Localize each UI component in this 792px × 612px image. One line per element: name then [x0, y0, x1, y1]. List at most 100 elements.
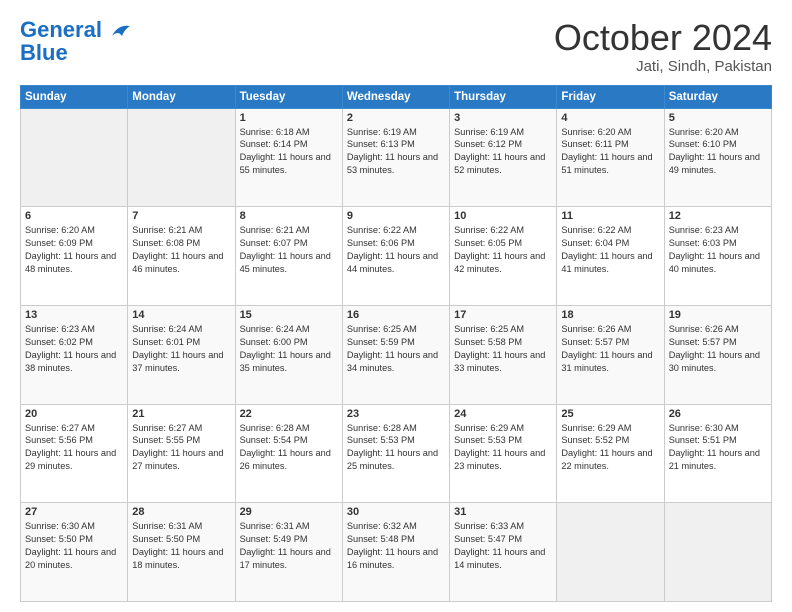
day-info: Sunrise: 6:20 AM Sunset: 6:11 PM Dayligh… [561, 126, 659, 178]
table-row [664, 503, 771, 602]
table-row [128, 108, 235, 207]
calendar-week-2: 6 Sunrise: 6:20 AM Sunset: 6:09 PM Daylig… [21, 207, 772, 306]
table-row [557, 503, 664, 602]
header-thursday: Thursday [450, 85, 557, 108]
header-wednesday: Wednesday [342, 85, 449, 108]
table-row: 18 Sunrise: 6:26 AM Sunset: 5:57 PM Dayli… [557, 305, 664, 404]
day-number: 29 [240, 506, 338, 518]
day-info: Sunrise: 6:23 AM Sunset: 6:02 PM Dayligh… [25, 323, 123, 375]
day-number: 25 [561, 408, 659, 420]
logo: General Blue [20, 18, 132, 64]
table-row: 17 Sunrise: 6:25 AM Sunset: 5:58 PM Dayli… [450, 305, 557, 404]
table-row: 12Sunrise: 6:23 AM Sunset: 6:03 PM Dayli… [664, 207, 771, 306]
table-row: 6 Sunrise: 6:20 AM Sunset: 6:09 PM Daylig… [21, 207, 128, 306]
day-number: 28 [132, 506, 230, 518]
day-info: Sunrise: 6:30 AM Sunset: 5:50 PM Dayligh… [25, 520, 123, 572]
table-row: 31Sunrise: 6:33 AM Sunset: 5:47 PM Dayli… [450, 503, 557, 602]
day-info: Sunrise: 6:27 AM Sunset: 5:55 PM Dayligh… [132, 422, 230, 474]
day-info: Sunrise: 6:19 AM Sunset: 6:12 PM Dayligh… [454, 126, 552, 178]
day-info: Sunrise: 6:22 AM Sunset: 6:05 PM Dayligh… [454, 224, 552, 276]
calendar-week-5: 27 Sunrise: 6:30 AM Sunset: 5:50 PM Dayli… [21, 503, 772, 602]
table-row: 19Sunrise: 6:26 AM Sunset: 5:57 PM Dayli… [664, 305, 771, 404]
table-row: 5Sunrise: 6:20 AM Sunset: 6:10 PM Daylig… [664, 108, 771, 207]
table-row: 22 Sunrise: 6:28 AM Sunset: 5:54 PM Dayli… [235, 404, 342, 503]
day-info: Sunrise: 6:31 AM Sunset: 5:49 PM Dayligh… [240, 520, 338, 572]
day-number: 13 [25, 309, 123, 321]
header-monday: Monday [128, 85, 235, 108]
header-sunday: Sunday [21, 85, 128, 108]
day-info: Sunrise: 6:32 AM Sunset: 5:48 PM Dayligh… [347, 520, 445, 572]
day-info: Sunrise: 6:30 AM Sunset: 5:51 PM Dayligh… [669, 422, 767, 474]
day-info: Sunrise: 6:25 AM Sunset: 5:58 PM Dayligh… [454, 323, 552, 375]
table-row: 15Sunrise: 6:24 AM Sunset: 6:00 PM Dayli… [235, 305, 342, 404]
day-number: 9 [347, 210, 445, 222]
day-info: Sunrise: 6:24 AM Sunset: 6:00 PM Dayligh… [240, 323, 338, 375]
day-info: Sunrise: 6:19 AM Sunset: 6:13 PM Dayligh… [347, 126, 445, 178]
header-tuesday: Tuesday [235, 85, 342, 108]
calendar-week-1: 1Sunrise: 6:18 AM Sunset: 6:14 PM Daylig… [21, 108, 772, 207]
day-number: 3 [454, 112, 552, 124]
day-number: 7 [132, 210, 230, 222]
day-number: 18 [561, 309, 659, 321]
calendar-header-row: Sunday Monday Tuesday Wednesday Thursday… [21, 85, 772, 108]
table-row: 23Sunrise: 6:28 AM Sunset: 5:53 PM Dayli… [342, 404, 449, 503]
day-number: 27 [25, 506, 123, 518]
day-info: Sunrise: 6:29 AM Sunset: 5:52 PM Dayligh… [561, 422, 659, 474]
table-row: 1Sunrise: 6:18 AM Sunset: 6:14 PM Daylig… [235, 108, 342, 207]
day-info: Sunrise: 6:20 AM Sunset: 6:09 PM Dayligh… [25, 224, 123, 276]
day-info: Sunrise: 6:28 AM Sunset: 5:53 PM Dayligh… [347, 422, 445, 474]
table-row: 2 Sunrise: 6:19 AM Sunset: 6:13 PM Daylig… [342, 108, 449, 207]
table-row: 10Sunrise: 6:22 AM Sunset: 6:05 PM Dayli… [450, 207, 557, 306]
day-number: 21 [132, 408, 230, 420]
day-info: Sunrise: 6:20 AM Sunset: 6:10 PM Dayligh… [669, 126, 767, 178]
table-row: 29 Sunrise: 6:31 AM Sunset: 5:49 PM Dayli… [235, 503, 342, 602]
calendar-week-3: 13 Sunrise: 6:23 AM Sunset: 6:02 PM Dayli… [21, 305, 772, 404]
day-info: Sunrise: 6:26 AM Sunset: 5:57 PM Dayligh… [561, 323, 659, 375]
day-info: Sunrise: 6:18 AM Sunset: 6:14 PM Dayligh… [240, 126, 338, 178]
day-number: 19 [669, 309, 767, 321]
day-number: 20 [25, 408, 123, 420]
logo-general: General [20, 17, 102, 42]
calendar-table: Sunday Monday Tuesday Wednesday Thursday… [20, 85, 772, 602]
day-number: 6 [25, 210, 123, 222]
day-number: 17 [454, 309, 552, 321]
day-number: 11 [561, 210, 659, 222]
table-row: 4 Sunrise: 6:20 AM Sunset: 6:11 PM Daylig… [557, 108, 664, 207]
table-row: 28 Sunrise: 6:31 AM Sunset: 5:50 PM Dayli… [128, 503, 235, 602]
day-number: 24 [454, 408, 552, 420]
table-row: 27 Sunrise: 6:30 AM Sunset: 5:50 PM Dayli… [21, 503, 128, 602]
day-number: 2 [347, 112, 445, 124]
table-row: 7 Sunrise: 6:21 AM Sunset: 6:08 PM Daylig… [128, 207, 235, 306]
day-info: Sunrise: 6:21 AM Sunset: 6:08 PM Dayligh… [132, 224, 230, 276]
table-row: 25 Sunrise: 6:29 AM Sunset: 5:52 PM Dayli… [557, 404, 664, 503]
table-row: 30Sunrise: 6:32 AM Sunset: 5:48 PM Dayli… [342, 503, 449, 602]
day-info: Sunrise: 6:28 AM Sunset: 5:54 PM Dayligh… [240, 422, 338, 474]
day-number: 12 [669, 210, 767, 222]
table-row: 24 Sunrise: 6:29 AM Sunset: 5:53 PM Dayli… [450, 404, 557, 503]
calendar-title: October 2024 [554, 18, 772, 58]
header-friday: Friday [557, 85, 664, 108]
table-row: 26 Sunrise: 6:30 AM Sunset: 5:51 PM Dayli… [664, 404, 771, 503]
day-number: 22 [240, 408, 338, 420]
day-info: Sunrise: 6:33 AM Sunset: 5:47 PM Dayligh… [454, 520, 552, 572]
day-info: Sunrise: 6:21 AM Sunset: 6:07 PM Dayligh… [240, 224, 338, 276]
day-info: Sunrise: 6:22 AM Sunset: 6:06 PM Dayligh… [347, 224, 445, 276]
header-saturday: Saturday [664, 85, 771, 108]
table-row: 8Sunrise: 6:21 AM Sunset: 6:07 PM Daylig… [235, 207, 342, 306]
day-info: Sunrise: 6:29 AM Sunset: 5:53 PM Dayligh… [454, 422, 552, 474]
table-row: 13 Sunrise: 6:23 AM Sunset: 6:02 PM Dayli… [21, 305, 128, 404]
day-number: 26 [669, 408, 767, 420]
day-number: 14 [132, 309, 230, 321]
header: General Blue October 2024 Jati, Sindh, P… [20, 18, 772, 75]
table-row: 9 Sunrise: 6:22 AM Sunset: 6:06 PM Daylig… [342, 207, 449, 306]
day-number: 4 [561, 112, 659, 124]
day-info: Sunrise: 6:25 AM Sunset: 5:59 PM Dayligh… [347, 323, 445, 375]
table-row: 14Sunrise: 6:24 AM Sunset: 6:01 PM Dayli… [128, 305, 235, 404]
logo-blue: Blue [20, 42, 68, 64]
table-row: 16Sunrise: 6:25 AM Sunset: 5:59 PM Dayli… [342, 305, 449, 404]
table-row [21, 108, 128, 207]
calendar-week-4: 20Sunrise: 6:27 AM Sunset: 5:56 PM Dayli… [21, 404, 772, 503]
title-area: October 2024 Jati, Sindh, Pakistan [554, 18, 772, 75]
day-info: Sunrise: 6:31 AM Sunset: 5:50 PM Dayligh… [132, 520, 230, 572]
table-row: 20Sunrise: 6:27 AM Sunset: 5:56 PM Dayli… [21, 404, 128, 503]
